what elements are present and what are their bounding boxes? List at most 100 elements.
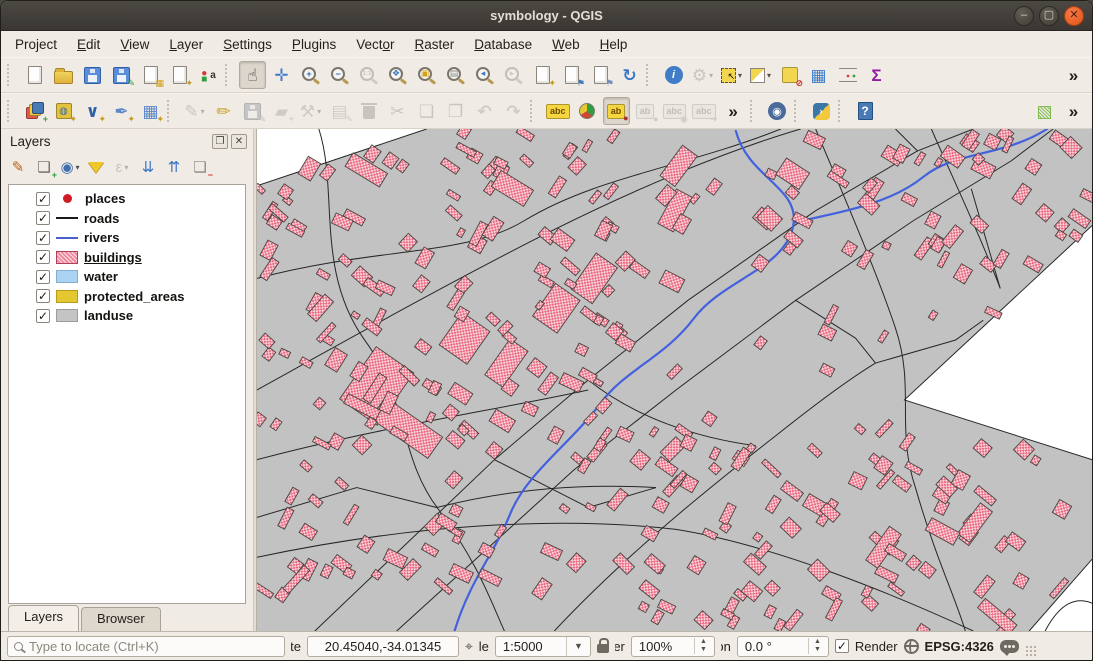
plugins-toolbar-extension-icon[interactable]: » xyxy=(1060,97,1087,125)
save-project-icon[interactable] xyxy=(79,61,106,89)
new-spatialite-layer-icon[interactable]: ✒✦ xyxy=(108,97,135,125)
zoom-to-selection-icon[interactable]: ▣ xyxy=(413,61,440,89)
magnifier-spinner-icons[interactable]: ▲▼ xyxy=(694,638,707,653)
menu-edit[interactable]: Edit xyxy=(67,34,110,55)
zoom-full-icon[interactable]: ❖ xyxy=(384,61,411,89)
add-group-icon[interactable]: ❏+ xyxy=(32,156,56,180)
layer-diagram-options-icon[interactable] xyxy=(574,97,601,125)
menu-project[interactable]: Project xyxy=(5,34,67,55)
new-project-icon[interactable] xyxy=(21,61,48,89)
toolbar-grip[interactable] xyxy=(7,100,15,122)
menu-settings[interactable]: Settings xyxy=(213,34,282,55)
scale-combobox[interactable]: 1:5000 ▼ xyxy=(495,636,591,657)
menu-web[interactable]: Web xyxy=(542,34,590,55)
layer-checkbox-roads[interactable]: ✓ xyxy=(36,211,50,225)
layer-row-landuse[interactable]: ✓ landuse xyxy=(9,306,245,326)
zoom-to-layer-icon[interactable]: ▤ xyxy=(442,61,469,89)
layer-checkbox-protected_areas[interactable]: ✓ xyxy=(36,289,50,303)
manage-map-themes-icon[interactable]: ◉▾ xyxy=(58,156,82,180)
identify-features-icon[interactable]: i xyxy=(660,61,687,89)
maximize-button[interactable]: ▢ xyxy=(1039,6,1059,26)
menu-layer[interactable]: Layer xyxy=(159,34,213,55)
statistical-summary-icon[interactable] xyxy=(834,61,861,89)
title-bar[interactable]: symbology - QGIS –▢✕ xyxy=(1,1,1092,31)
save-project-as-icon[interactable]: ✎ xyxy=(108,61,135,89)
open-attribute-table-icon[interactable]: ▦ xyxy=(805,61,832,89)
menu-plugins[interactable]: Plugins xyxy=(282,34,346,55)
zoom-last-icon[interactable]: ◂ xyxy=(471,61,498,89)
crs-globe-icon[interactable] xyxy=(904,639,919,654)
expand-all-icon[interactable]: ⇊ xyxy=(136,156,160,180)
zoom-in-icon[interactable]: + xyxy=(297,61,324,89)
scale-dropdown-icon[interactable]: ▼ xyxy=(566,637,583,656)
dock-tab-layers[interactable]: Layers xyxy=(8,605,79,631)
close-panel-icon[interactable]: ✕ xyxy=(231,134,247,149)
layer-row-buildings[interactable]: ✓ buildings xyxy=(9,248,245,268)
locator-search-input[interactable]: Type to locate (Ctrl+K) xyxy=(7,636,285,657)
render-checkbox[interactable]: ✓ xyxy=(835,639,849,653)
open-layer-styling-icon[interactable]: ✎ xyxy=(6,156,30,180)
new-shapefile-layer-icon[interactable]: ∨✦ xyxy=(79,97,106,125)
new-geopackage-layer-icon[interactable]: ◍✦ xyxy=(50,97,77,125)
layer-name-buildings[interactable]: buildings xyxy=(84,250,142,265)
osm-place-search-icon[interactable]: ◉ xyxy=(764,97,791,125)
layer-name-roads[interactable]: roads xyxy=(84,211,119,226)
toggle-editing-icon[interactable]: ✏ xyxy=(210,97,237,125)
highlight-pinned-labels-icon[interactable]: ab● xyxy=(603,97,630,125)
help-contents-icon[interactable]: ? xyxy=(852,97,879,125)
show-statistics-icon[interactable]: Σ xyxy=(863,61,890,89)
select-features-by-value-icon[interactable]: ▾ xyxy=(747,61,774,89)
layer-name-rivers[interactable]: rivers xyxy=(84,230,119,245)
rotation-spinbox[interactable]: 0.0 ° ▲▼ xyxy=(737,636,829,657)
menu-database[interactable]: Database xyxy=(464,34,542,55)
layer-name-places[interactable]: places xyxy=(85,191,125,206)
collapse-all-icon[interactable]: ⇈ xyxy=(162,156,186,180)
mouse-position-toggle-icon[interactable]: ⌖ xyxy=(465,638,473,655)
refresh-map-icon[interactable]: ↻ xyxy=(616,61,643,89)
data-source-manager-icon[interactable]: + xyxy=(21,97,48,125)
rotation-spinner-icons[interactable]: ▲▼ xyxy=(808,638,821,653)
menu-view[interactable]: View xyxy=(110,34,159,55)
select-features-by-value-icon-dropdown[interactable]: ▾ xyxy=(767,71,771,80)
dock-tab-browser[interactable]: Browser xyxy=(81,607,161,631)
toolbar-grip[interactable] xyxy=(7,64,15,86)
open-project-icon[interactable] xyxy=(50,61,77,89)
coordinate-field[interactable]: 20.45040,-34.01345 xyxy=(307,636,459,657)
resize-grip[interactable] xyxy=(1025,645,1038,658)
run-feature-action-icon-dropdown[interactable]: ▾ xyxy=(709,71,713,80)
map-canvas[interactable] xyxy=(257,129,1092,631)
remove-layer-icon[interactable]: ❏− xyxy=(188,156,212,180)
layer-name-landuse[interactable]: landuse xyxy=(84,308,133,323)
select-features-icon-dropdown[interactable]: ▾ xyxy=(738,71,742,80)
new-spatial-bookmark-icon[interactable]: ✦ xyxy=(529,61,556,89)
filter-legend-icon[interactable] xyxy=(84,156,108,180)
layer-checkbox-water[interactable]: ✓ xyxy=(36,270,50,284)
lock-scale-icon[interactable] xyxy=(597,644,609,653)
crs-value[interactable]: EPSG:4326 xyxy=(925,639,994,654)
layer-row-places[interactable]: ✓ places xyxy=(9,189,245,209)
show-layout-manager-icon[interactable]: ✦ xyxy=(166,61,193,89)
new-temporary-scratch-layer-icon[interactable]: ▦✦ xyxy=(137,97,164,125)
layer-name-protected_areas[interactable]: protected_areas xyxy=(84,289,184,304)
layer-checkbox-landuse[interactable]: ✓ xyxy=(36,309,50,323)
magnifier-spinbox[interactable]: 100% ▲▼ xyxy=(631,636,715,657)
python-console-icon[interactable]: › xyxy=(808,97,835,125)
layer-checkbox-places[interactable]: ✓ xyxy=(36,192,50,206)
vertex-tool-icon-dropdown[interactable]: ▾ xyxy=(317,107,321,116)
layer-row-rivers[interactable]: ✓ rivers xyxy=(9,228,245,248)
menu-raster[interactable]: Raster xyxy=(405,34,465,55)
pan-to-selection-icon[interactable]: ✛ xyxy=(268,61,295,89)
label-toolbar-extension-icon[interactable]: » xyxy=(720,97,747,125)
layer-checkbox-buildings[interactable]: ✓ xyxy=(36,250,50,264)
toolbar-extension-icon[interactable]: » xyxy=(1060,61,1087,89)
filter-by-expression-icon-dropdown[interactable]: ▾ xyxy=(124,163,128,172)
edit-osm-map-icon[interactable]: ▧ xyxy=(1031,97,1058,125)
layer-row-roads[interactable]: ✓ roads xyxy=(9,209,245,229)
menu-help[interactable]: Help xyxy=(590,34,638,55)
messages-icon[interactable] xyxy=(1000,640,1019,653)
close-button[interactable]: ✕ xyxy=(1064,6,1084,26)
show-bookmark-manager-icon[interactable]: ⚑ xyxy=(587,61,614,89)
layer-checkbox-rivers[interactable]: ✓ xyxy=(36,231,50,245)
show-spatial-bookmarks-icon[interactable]: ⚑ xyxy=(558,61,585,89)
select-features-icon[interactable]: ↖▾ xyxy=(718,61,745,89)
